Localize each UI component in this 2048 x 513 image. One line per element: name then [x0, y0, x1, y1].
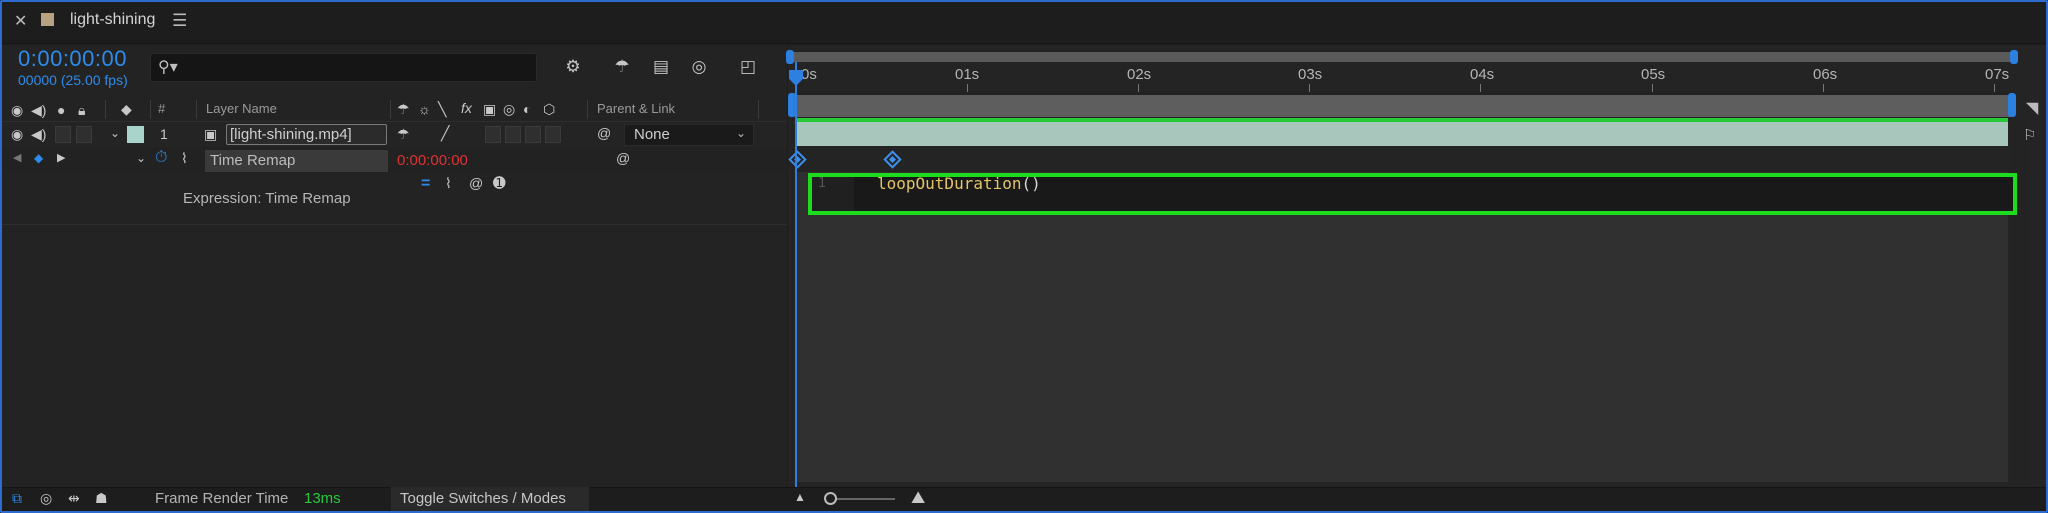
- comp-button-icon[interactable]: ⚐: [2023, 126, 2036, 144]
- effects-switch-icon: fx: [461, 100, 472, 116]
- collapse-switch-icon: ☼: [418, 101, 431, 117]
- switch-frame-blend[interactable]: [485, 126, 501, 143]
- ruler-label: 07s: [1985, 66, 2010, 83]
- toggle-switches-modes-button[interactable]: Toggle Switches / Modes: [391, 487, 589, 511]
- shy-switch-icon: ☂: [397, 101, 410, 117]
- comp-color-swatch: [41, 13, 54, 26]
- solo-toggle[interactable]: [55, 126, 71, 143]
- footage-file-icon: ▣: [204, 126, 218, 142]
- layer-duration-bar[interactable]: [796, 122, 2008, 146]
- close-icon[interactable]: ✕: [14, 11, 27, 31]
- modes-toggle-icon[interactable]: ◎: [40, 490, 52, 507]
- expression-code[interactable]: loopOutDuration(): [877, 174, 1041, 193]
- timeline-empty-area: [796, 172, 2008, 482]
- ruler-label: 05s: [1641, 66, 1666, 83]
- frame-count: 00000 (25.00 fps): [18, 72, 128, 88]
- current-timecode[interactable]: 0:00:00:00: [18, 46, 127, 72]
- panel-tab-bar: [2, 2, 2046, 44]
- zoom-in-icon[interactable]: ⛰: [911, 488, 925, 508]
- zoom-slider[interactable]: [830, 498, 895, 500]
- pick-whip-icon[interactable]: @: [616, 150, 630, 166]
- column-number: #: [158, 101, 166, 116]
- quality-slash-icon[interactable]: ╱: [441, 125, 449, 142]
- navigator-start-handle[interactable]: [786, 50, 794, 64]
- parent-dropdown[interactable]: None: [624, 124, 754, 146]
- current-time-indicator[interactable]: [795, 62, 797, 488]
- frame-render-value: 13ms: [304, 490, 341, 507]
- graph-editor-icon[interactable]: ◰: [735, 55, 761, 79]
- stopwatch-icon[interactable]: ⏱: [155, 149, 167, 167]
- switch-3d[interactable]: [545, 126, 561, 143]
- ruler-label: 03s: [1298, 66, 1323, 83]
- search-icon[interactable]: ⚲▾: [158, 57, 178, 77]
- zoom-slider-handle[interactable]: [824, 492, 837, 505]
- switch-motion-blur[interactable]: [505, 126, 521, 143]
- navigator-end-handle[interactable]: [2010, 50, 2018, 64]
- lock-icon: 🔒︎: [78, 102, 86, 118]
- shy-layers-icon[interactable]: ☂: [609, 55, 635, 79]
- next-keyframe-icon[interactable]: ▶: [57, 151, 65, 164]
- solo-icon: ●: [57, 102, 66, 118]
- pick-whip-icon[interactable]: @: [597, 125, 611, 141]
- render-time-toggle-icon[interactable]: ☗: [95, 490, 108, 507]
- ruler-label: 02s: [1127, 66, 1152, 83]
- audio-icon: ◀): [31, 102, 47, 118]
- quality-switch-icon: ╲: [438, 101, 447, 117]
- ruler-label: 04s: [1470, 66, 1495, 83]
- expression-label: Expression: Time Remap: [183, 190, 351, 207]
- eye-icon: ◉: [11, 102, 24, 118]
- motion-blur-icon[interactable]: ◎: [686, 55, 712, 79]
- zoom-out-icon[interactable]: ▲: [794, 490, 806, 504]
- property-name[interactable]: Time Remap: [205, 150, 388, 172]
- layer-switches-toggle-icon[interactable]: ⧉: [12, 490, 22, 507]
- ruler-label: 01s: [955, 66, 980, 83]
- adjustment-switch-icon: ◐: [523, 101, 532, 117]
- chevron-down-icon[interactable]: ⌄: [110, 126, 120, 140]
- lock-toggle[interactable]: [76, 126, 92, 143]
- expression-graph-icon[interactable]: ⌇: [445, 175, 452, 192]
- work-area-bar[interactable]: [795, 95, 2010, 117]
- property-row: [2, 148, 787, 173]
- layer-name-field[interactable]: [light-shining.mp4]: [226, 124, 387, 145]
- frame-blending-icon[interactable]: ▤: [648, 55, 674, 79]
- expression-pick-whip-icon[interactable]: @: [469, 175, 483, 191]
- frame-blend-switch-icon: ▣: [483, 101, 497, 117]
- comp-tab-title[interactable]: light-shining: [70, 11, 155, 29]
- enable-expression-icon[interactable]: =: [421, 175, 430, 193]
- in-out-toggle-icon[interactable]: ⇹: [68, 490, 80, 507]
- graph-icon[interactable]: ⌇: [181, 150, 188, 167]
- expression-function: loopOutDuration: [877, 174, 1022, 193]
- composition-flowchart-icon[interactable]: ⚙: [560, 55, 586, 79]
- layer-label-color[interactable]: [127, 126, 144, 143]
- search-input[interactable]: [150, 53, 537, 82]
- add-keyframe-icon[interactable]: ◆: [34, 151, 43, 165]
- 3d-layer-switch-icon: ⬡: [543, 101, 556, 117]
- shy-layer-icon[interactable]: ☂: [397, 126, 410, 143]
- chevron-down-icon[interactable]: ⌄: [736, 126, 746, 140]
- visibility-eye-icon[interactable]: ◉: [11, 126, 23, 143]
- ruler-label: 06s: [1813, 66, 1838, 83]
- hamburger-menu-icon[interactable]: ☰: [172, 11, 187, 31]
- column-layer-name[interactable]: Layer Name: [206, 101, 277, 116]
- work-area-end-handle[interactable]: [2008, 93, 2016, 117]
- frame-render-label: Frame Render Time: [155, 490, 289, 507]
- motion-blur-switch-icon: ◎: [503, 101, 516, 117]
- expression-parens: (): [1021, 174, 1041, 193]
- column-parent-link[interactable]: Parent & Link: [597, 101, 675, 116]
- chevron-down-icon[interactable]: ⌄: [136, 151, 146, 165]
- property-value[interactable]: 0:00:00:00: [397, 152, 468, 169]
- ruler-label: 0s: [801, 66, 817, 83]
- layer-number: 1: [160, 126, 168, 142]
- comp-marker-bin-icon[interactable]: ◥: [2026, 98, 2038, 118]
- expression-line-number: 1: [818, 176, 826, 191]
- label-tag-icon: ◆: [121, 101, 132, 117]
- audio-toggle-icon[interactable]: ◀): [31, 126, 46, 143]
- time-navigator[interactable]: [790, 52, 2015, 62]
- previous-keyframe-icon[interactable]: ◀: [13, 151, 21, 164]
- expression-language-menu-icon[interactable]: ➊: [493, 174, 506, 192]
- switch-adjustment[interactable]: [525, 126, 541, 143]
